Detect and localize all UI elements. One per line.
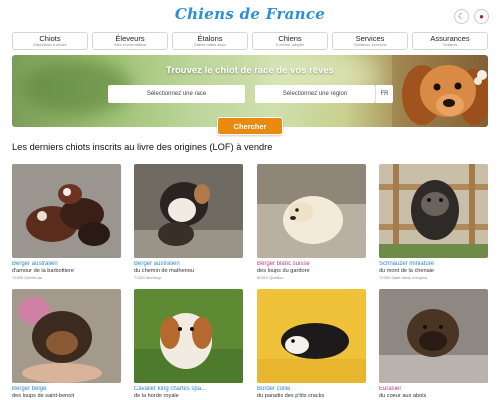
- account-button[interactable]: ●: [474, 9, 489, 24]
- puppy-card[interactable]: Eurasier du coeur aux abois: [379, 289, 488, 400]
- puppy-photo[interactable]: [134, 164, 243, 258]
- puppy-breed[interactable]: Berger australien: [134, 261, 243, 268]
- puppy-location: 50310 Quettou: [257, 274, 284, 280]
- nav-chiots[interactable]: Chiots Disponibles à vendre: [12, 32, 88, 50]
- nav-etalons[interactable]: Étalons Saillies mâles dispo: [172, 32, 248, 50]
- puppy-photo[interactable]: [257, 164, 366, 258]
- theme-toggle-button[interactable]: ☾: [454, 9, 469, 24]
- country-select[interactable]: FR: [375, 85, 393, 103]
- puppy-breeder: des loups de saint-benoit: [12, 393, 75, 399]
- puppy-photo[interactable]: [12, 289, 121, 383]
- puppy-breed[interactable]: Border collie: [257, 386, 366, 393]
- puppy-breed[interactable]: Eurasier: [379, 386, 488, 393]
- puppy-location: 72350 Saint denis d'orques: [379, 274, 428, 280]
- puppy-breed[interactable]: Schnauzer miniature: [379, 261, 488, 268]
- nav-subtitle: Toiletteurs, pensions: [353, 43, 387, 47]
- puppy-breeder: de la horde royale: [134, 393, 179, 399]
- nav-title: Chiens: [278, 34, 302, 43]
- moon-icon: ☾: [457, 12, 466, 21]
- user-icon: ●: [479, 12, 484, 21]
- nav-chiens[interactable]: Chiens À vendre, adopter: [252, 32, 328, 50]
- puppy-card[interactable]: Cavalier king charles spa... de la horde…: [134, 289, 243, 400]
- nav-subtitle: Disponibles à vendre: [33, 43, 67, 47]
- puppy-card[interactable]: Berger belge des loups de saint-benoit: [12, 289, 121, 400]
- nav-assurances[interactable]: Assurances Tarifaires: [412, 32, 488, 50]
- puppy-card[interactable]: Border collie du paradis des p'tits crac…: [257, 289, 366, 400]
- puppy-breed[interactable]: Berger australien: [12, 261, 121, 268]
- puppy-photo[interactable]: [379, 289, 488, 383]
- nav-title: Services: [355, 34, 385, 43]
- puppy-card[interactable]: Schnauzer miniature du mont de la chenai…: [379, 164, 488, 280]
- nav-subtitle: Saillies mâles dispo: [194, 43, 226, 47]
- section-title: Les derniers chiots inscrits au livre de…: [12, 142, 273, 152]
- puppy-card[interactable]: Berger australien du chemin de mathenou …: [134, 164, 243, 280]
- puppy-breed[interactable]: Berger belge: [12, 386, 121, 393]
- hero-title: Trouvez le chiot de race de vos rêves: [166, 65, 334, 76]
- puppy-photo[interactable]: [257, 289, 366, 383]
- main-nav: Chiots Disponibles à vendre Éleveurs Infos…: [12, 32, 488, 50]
- puppy-location: 72400 Cherre-au: [12, 274, 43, 280]
- nav-subtitle: Tarifaires: [442, 43, 458, 47]
- puppy-breed[interactable]: Cavalier king charles spa...: [134, 386, 243, 393]
- puppy-photo[interactable]: [12, 164, 121, 258]
- nav-title: Étalons: [197, 34, 223, 43]
- puppy-card[interactable]: Berger blanc suisse des loups du gardore…: [257, 164, 366, 280]
- nav-title: Éleveurs: [115, 34, 145, 43]
- puppy-photo[interactable]: [134, 289, 243, 383]
- puppy-location: 71160 Montcoy: [134, 274, 162, 280]
- site-logo[interactable]: Chiens de France: [0, 5, 500, 23]
- header: Chiens de France ☾ ●: [0, 0, 500, 32]
- nav-subtitle: À vendre, adopter: [275, 43, 305, 47]
- puppy-breed[interactable]: Berger blanc suisse: [257, 261, 366, 268]
- puppy-card[interactable]: Berger australien d'amour de la barbotti…: [12, 164, 121, 280]
- puppy-breeder: du coeur aux abois: [379, 393, 427, 399]
- race-select[interactable]: Sélectionnez une race: [108, 85, 245, 103]
- puppy-breeder: du paradis des p'tits cracks: [257, 393, 325, 399]
- puppy-photo[interactable]: [379, 164, 488, 258]
- nav-title: Chiots: [39, 34, 61, 43]
- nav-subtitle: Infos et informations: [113, 43, 147, 47]
- nav-title: Assurances: [430, 34, 470, 43]
- nav-eleveurs[interactable]: Éleveurs Infos et informations: [92, 32, 168, 50]
- search-button[interactable]: Chercher: [217, 117, 283, 135]
- nav-services[interactable]: Services Toiletteurs, pensions: [332, 32, 408, 50]
- region-select[interactable]: Sélectionnez une région: [255, 85, 375, 103]
